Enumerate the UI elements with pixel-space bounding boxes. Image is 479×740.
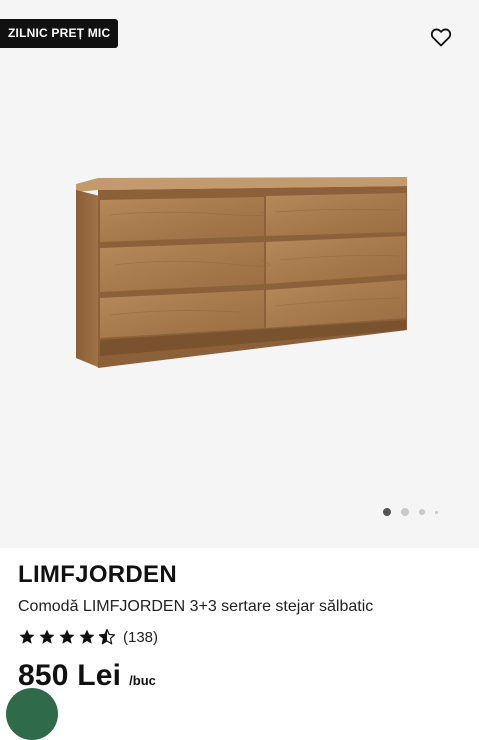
star-full-icon: [59, 629, 75, 644]
product-rating[interactable]: (138): [18, 626, 158, 648]
product-description: Comodă LIMFJORDEN 3+3 sertare stejar săl…: [18, 598, 374, 615]
star-full-icon: [39, 629, 55, 644]
favorite-button[interactable]: [429, 25, 453, 49]
star-full-icon: [19, 629, 35, 644]
carousel-dot[interactable]: [419, 509, 425, 515]
carousel-indicator[interactable]: [383, 508, 438, 516]
star-full-icon: [79, 629, 95, 644]
carousel-dot[interactable]: [435, 510, 438, 514]
product-image-gallery[interactable]: ZILNIC PREȚ MIC: [0, 0, 479, 548]
heart-outline-icon: [430, 28, 452, 47]
promo-badge: ZILNIC PREȚ MIC: [0, 19, 119, 48]
carousel-dot[interactable]: [383, 508, 391, 516]
star-half-icon: [98, 628, 116, 645]
product-title: LIMFJORDEN: [18, 561, 177, 588]
price-unit: /buc: [129, 673, 156, 688]
carousel-dot[interactable]: [401, 508, 409, 516]
chat-button[interactable]: [6, 688, 58, 740]
product-image-dresser: [76, 177, 407, 368]
review-count[interactable]: (138): [123, 629, 158, 646]
